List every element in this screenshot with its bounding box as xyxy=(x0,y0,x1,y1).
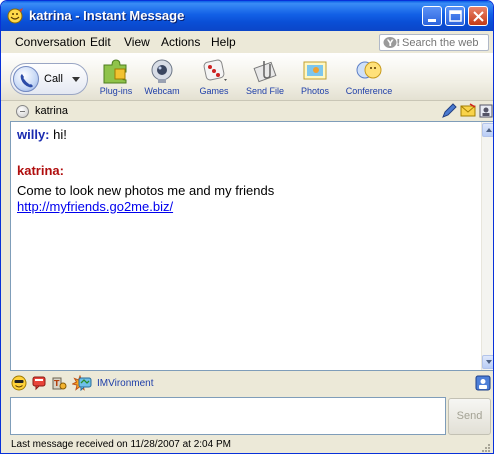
photos-label: Photos xyxy=(300,86,330,96)
webcam-button[interactable]: Webcam xyxy=(137,57,187,97)
contact-bar xyxy=(1,102,493,121)
call-dropdown-icon[interactable] xyxy=(72,77,80,82)
call-button[interactable]: Call xyxy=(10,63,88,95)
smiley-icon[interactable] xyxy=(11,375,27,391)
ringtone-icon[interactable]: T xyxy=(51,375,67,391)
contact-name[interactable]: katrina xyxy=(35,105,68,117)
im-window: katrina - Instant Message Conversation E… xyxy=(0,0,494,454)
contact-status-icon xyxy=(16,105,29,118)
svg-text:!: ! xyxy=(396,38,401,49)
svg-text:T: T xyxy=(54,379,60,388)
photos-icon xyxy=(303,61,327,80)
messenger-icon xyxy=(7,8,23,24)
send-file-button[interactable]: Send File xyxy=(240,57,290,97)
menu-edit[interactable]: Edit xyxy=(90,35,111,49)
audible-icon[interactable] xyxy=(31,375,47,391)
conversation-pane[interactable]: willy: hi! katrina: Come to look new pho… xyxy=(10,121,493,371)
puzzle-icon xyxy=(103,59,127,84)
close-button[interactable] xyxy=(468,6,488,26)
window-title: katrina - Instant Message xyxy=(29,8,185,23)
conference-label: Conference xyxy=(345,86,393,96)
contact-card-icon[interactable] xyxy=(478,103,494,119)
phone-icon xyxy=(13,66,39,92)
menu-help[interactable]: Help xyxy=(211,35,236,49)
dice-icon xyxy=(203,59,227,81)
status-text: Last message received on 11/28/2007 at 2… xyxy=(11,439,231,450)
message-input-box[interactable] xyxy=(10,397,446,435)
maximize-icon xyxy=(449,10,462,22)
conference-icon xyxy=(356,61,382,79)
message-link[interactable]: http://myfriends.go2me.biz/ xyxy=(17,199,173,214)
message-input[interactable] xyxy=(13,400,443,432)
imvironment-icon[interactable] xyxy=(77,375,93,391)
title-bar[interactable]: katrina - Instant Message xyxy=(1,1,493,31)
send-file-label: Send File xyxy=(245,86,285,96)
webcam-label: Webcam xyxy=(144,86,180,96)
webcam-icon xyxy=(151,59,173,83)
envelope-icon[interactable] xyxy=(460,103,476,119)
imvironment-link[interactable]: IMVironment xyxy=(97,378,154,389)
menu-actions[interactable]: Actions xyxy=(161,35,200,49)
plugins-label: Plug-ins xyxy=(99,86,133,96)
menu-conversation[interactable]: Conversation xyxy=(15,35,86,49)
yahoo-search-icon: Y ! xyxy=(383,37,401,49)
plugins-button[interactable]: Plug-ins xyxy=(91,57,141,97)
web-search-box[interactable]: Y ! xyxy=(379,34,489,51)
search-input[interactable] xyxy=(402,36,486,49)
games-label: Games xyxy=(199,86,229,96)
games-button[interactable]: Games xyxy=(189,57,239,97)
message-text: hi! xyxy=(53,127,67,142)
scroll-down-button[interactable] xyxy=(482,355,493,369)
scroll-up-button[interactable] xyxy=(482,123,493,137)
message-text: Come to look new photos me and my friend… xyxy=(17,183,275,198)
svg-text:Y: Y xyxy=(386,39,394,49)
conversation-scrollbar[interactable] xyxy=(481,122,493,370)
minimize-button[interactable] xyxy=(422,6,442,26)
display-image-icon[interactable] xyxy=(475,375,491,391)
send-button[interactable]: Send xyxy=(448,398,491,435)
message-willy: willy: hi! xyxy=(17,127,67,142)
message-sender: katrina: xyxy=(17,163,64,178)
minimize-icon xyxy=(428,19,436,22)
close-icon xyxy=(473,11,484,22)
paperclip-icon xyxy=(253,61,277,83)
pencil-icon[interactable] xyxy=(441,103,457,119)
maximize-button[interactable] xyxy=(445,6,465,26)
menu-view[interactable]: View xyxy=(124,35,150,49)
conference-button[interactable]: Conference xyxy=(344,57,394,97)
resize-grip-icon[interactable] xyxy=(479,441,491,453)
call-label: Call xyxy=(44,73,63,85)
message-sender: willy: xyxy=(17,127,50,142)
photos-button[interactable]: Photos xyxy=(290,57,340,97)
